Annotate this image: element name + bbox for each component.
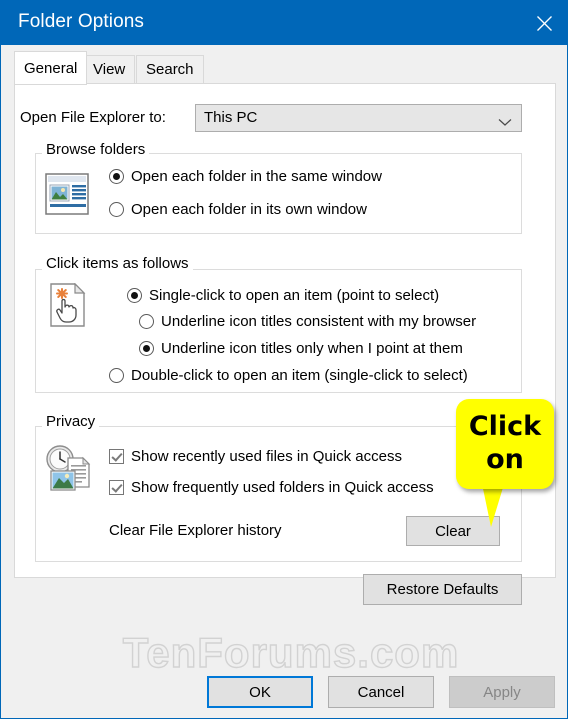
folder-options-dialog: Folder Options General View Search Open … (0, 0, 568, 719)
window-title: Folder Options (18, 11, 145, 32)
radio-indicator (139, 314, 154, 329)
radio-indicator (139, 341, 154, 356)
checkbox-indicator (109, 449, 124, 464)
radio-indicator (127, 288, 142, 303)
radio-underline-consistent-browser-label: Underline icon titles consistent with my… (161, 313, 477, 330)
browse-folders-group-title: Browse folders (42, 141, 150, 158)
open-explorer-value: This PC (204, 109, 258, 126)
radio-underline-consistent-browser[interactable]: Underline icon titles consistent with my… (139, 313, 476, 330)
close-icon (536, 15, 552, 31)
ok-button-label: OK (249, 683, 271, 701)
open-explorer-label: Open File Explorer to: (20, 109, 166, 126)
open-explorer-combobox[interactable]: This PC (195, 104, 522, 132)
apply-button-label: Apply (483, 683, 521, 701)
tab-search[interactable]: Search (136, 55, 204, 84)
ok-button[interactable]: OK (207, 676, 313, 708)
tab-view[interactable]: View (83, 55, 136, 84)
watermark: TenForums.com (122, 628, 460, 676)
browse-folders-icon (45, 173, 89, 220)
cancel-button-label: Cancel (357, 683, 405, 701)
checkbox-show-frequent-folders-label: Show frequently used folders in Quick ac… (131, 479, 434, 496)
checkbox-indicator (109, 480, 124, 495)
privacy-icon (45, 445, 93, 496)
radio-single-click-label: Single-click to open an item (point to s… (149, 287, 440, 304)
click-items-icon (49, 282, 87, 332)
radio-double-click[interactable]: Double-click to open an item (single-cli… (109, 367, 468, 384)
click-items-group-title: Click items as follows (42, 255, 193, 272)
callout-bubble: Click on (456, 399, 554, 489)
privacy-group-title: Privacy (42, 413, 100, 430)
tab-view-label: View (93, 61, 126, 78)
tab-general[interactable]: General (14, 51, 88, 85)
radio-indicator (109, 202, 124, 217)
tab-search-label: Search (146, 61, 194, 78)
checkbox-show-recent-files[interactable]: Show recently used files in Quick access (109, 448, 402, 465)
radio-indicator (109, 368, 124, 383)
radio-open-same-window-label: Open each folder in the same window (131, 168, 382, 185)
close-button[interactable] (521, 1, 567, 45)
checkbox-show-recent-files-label: Show recently used files in Quick access (131, 448, 402, 465)
radio-open-same-window[interactable]: Open each folder in the same window (109, 168, 382, 185)
checkbox-show-frequent-folders[interactable]: Show frequently used folders in Quick ac… (109, 479, 434, 496)
radio-open-own-window-label: Open each folder in its own window (131, 201, 367, 218)
radio-double-click-label: Double-click to open an item (single-cli… (131, 367, 468, 384)
radio-open-own-window[interactable]: Open each folder in its own window (109, 201, 367, 218)
cancel-button[interactable]: Cancel (328, 676, 434, 708)
callout-text: Click on (468, 411, 542, 475)
restore-defaults-button-label: Restore Defaults (386, 581, 499, 598)
title-bar: Folder Options (1, 1, 567, 45)
radio-underline-on-point[interactable]: Underline icon titles only when I point … (139, 340, 463, 357)
radio-underline-on-point-label: Underline icon titles only when I point … (161, 340, 463, 357)
radio-indicator (109, 169, 124, 184)
browse-folders-group (35, 153, 522, 234)
chevron-down-icon (498, 114, 512, 132)
tab-general-label: General (24, 59, 78, 77)
radio-single-click[interactable]: Single-click to open an item (point to s… (127, 287, 439, 304)
clear-button-label: Clear (435, 522, 471, 540)
clear-history-label: Clear File Explorer history (109, 522, 282, 539)
apply-button: Apply (449, 676, 555, 708)
restore-defaults-button[interactable]: Restore Defaults (363, 574, 522, 605)
tab-strip: General View Search (1, 45, 567, 85)
